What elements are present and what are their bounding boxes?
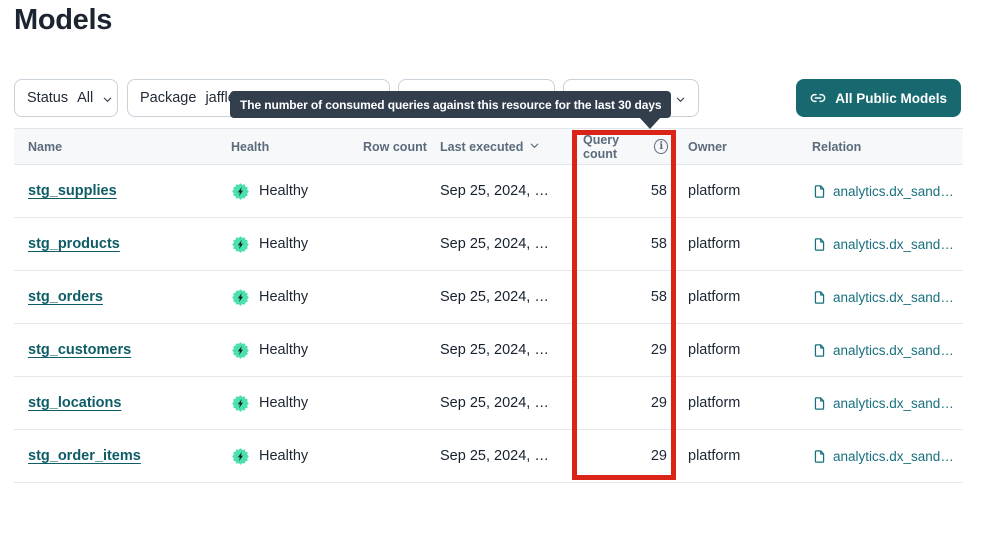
health-badge-icon — [231, 235, 250, 254]
status-filter-dropdown[interactable]: Status All — [14, 79, 118, 117]
table-row: stg_order_items Healthy Sep 25, 2024, … … — [14, 430, 963, 483]
package-filter-label: Package — [140, 90, 196, 106]
tooltip-arrow — [639, 117, 661, 129]
health-status: Healthy — [259, 448, 308, 464]
relation-link[interactable]: analytics.dx_sand… — [833, 449, 954, 464]
relation-link[interactable]: analytics.dx_sand… — [833, 290, 954, 305]
document-icon — [812, 449, 827, 464]
owner-cell: platform — [668, 183, 812, 199]
relation-link[interactable]: analytics.dx_sand… — [833, 396, 954, 411]
last-executed-cell: Sep 25, 2024, … — [440, 183, 583, 199]
query-count-cell: 58 — [583, 289, 668, 305]
column-header-last-executed[interactable]: Last executed — [440, 139, 583, 154]
owner-cell: platform — [668, 448, 812, 464]
column-header-name: Name — [14, 140, 231, 154]
models-page: Models Status All Package jaffle_ All Pu… — [0, 0, 989, 536]
last-executed-cell: Sep 25, 2024, … — [440, 395, 583, 411]
relation-link[interactable]: analytics.dx_sand… — [833, 184, 954, 199]
column-header-query-count: Query count i — [583, 133, 668, 161]
health-status: Healthy — [259, 236, 308, 252]
model-name-link[interactable]: stg_orders — [28, 289, 103, 305]
models-table: Name Health Row count Last executed Quer… — [14, 128, 963, 483]
link-icon — [810, 90, 826, 106]
query-count-cell: 58 — [583, 236, 668, 252]
table-row: stg_locations Healthy Sep 25, 2024, … 29… — [14, 377, 963, 430]
column-header-row-count: Row count — [363, 140, 440, 154]
relation-link[interactable]: analytics.dx_sand… — [833, 343, 954, 358]
model-name-link[interactable]: stg_locations — [28, 395, 121, 411]
health-badge-icon — [231, 394, 250, 413]
owner-cell: platform — [668, 289, 812, 305]
model-name-link[interactable]: stg_order_items — [28, 448, 141, 464]
document-icon — [812, 184, 827, 199]
last-executed-cell: Sep 25, 2024, … — [440, 448, 583, 464]
model-name-link[interactable]: stg_supplies — [28, 183, 117, 199]
column-header-relation: Relation — [812, 140, 963, 154]
query-count-cell: 29 — [583, 342, 668, 358]
info-icon[interactable]: i — [654, 139, 668, 154]
table-row: stg_products Healthy Sep 25, 2024, … 58 … — [14, 218, 963, 271]
document-icon — [812, 237, 827, 252]
query-count-cell: 29 — [583, 395, 668, 411]
query-count-cell: 58 — [583, 183, 668, 199]
status-filter-label: Status — [27, 90, 68, 106]
table-row: stg_customers Healthy Sep 25, 2024, … 29… — [14, 324, 963, 377]
table-row: stg_orders Healthy Sep 25, 2024, … 58 pl… — [14, 271, 963, 324]
query-count-cell: 29 — [583, 448, 668, 464]
owner-cell: platform — [668, 236, 812, 252]
owner-cell: platform — [668, 342, 812, 358]
chevron-down-icon — [675, 94, 686, 105]
column-header-health: Health — [231, 140, 363, 154]
health-badge-icon — [231, 288, 250, 307]
model-name-link[interactable]: stg_customers — [28, 342, 131, 358]
document-icon — [812, 343, 827, 358]
relation-link[interactable]: analytics.dx_sand… — [833, 237, 954, 252]
document-icon — [812, 396, 827, 411]
last-executed-cell: Sep 25, 2024, … — [440, 342, 583, 358]
page-title: Models — [14, 4, 112, 37]
last-executed-cell: Sep 25, 2024, … — [440, 236, 583, 252]
table-header-row: Name Health Row count Last executed Quer… — [14, 128, 963, 165]
sort-chevron-down-icon — [529, 140, 540, 154]
document-icon — [812, 290, 827, 305]
health-status: Healthy — [259, 289, 308, 305]
health-badge-icon — [231, 182, 250, 201]
column-header-owner: Owner — [668, 140, 812, 154]
chevron-down-icon — [102, 94, 113, 105]
owner-cell: platform — [668, 395, 812, 411]
model-name-link[interactable]: stg_products — [28, 236, 120, 252]
all-public-models-button[interactable]: All Public Models — [796, 79, 961, 117]
health-status: Healthy — [259, 395, 308, 411]
all-public-models-label: All Public Models — [835, 91, 947, 106]
status-filter-value: All — [77, 90, 93, 106]
health-status: Healthy — [259, 342, 308, 358]
health-badge-icon — [231, 341, 250, 360]
query-count-tooltip: The number of consumed queries against t… — [230, 91, 671, 118]
health-status: Healthy — [259, 183, 308, 199]
last-executed-cell: Sep 25, 2024, … — [440, 289, 583, 305]
table-row: stg_supplies Healthy Sep 25, 2024, … 58 … — [14, 165, 963, 218]
health-badge-icon — [231, 447, 250, 466]
